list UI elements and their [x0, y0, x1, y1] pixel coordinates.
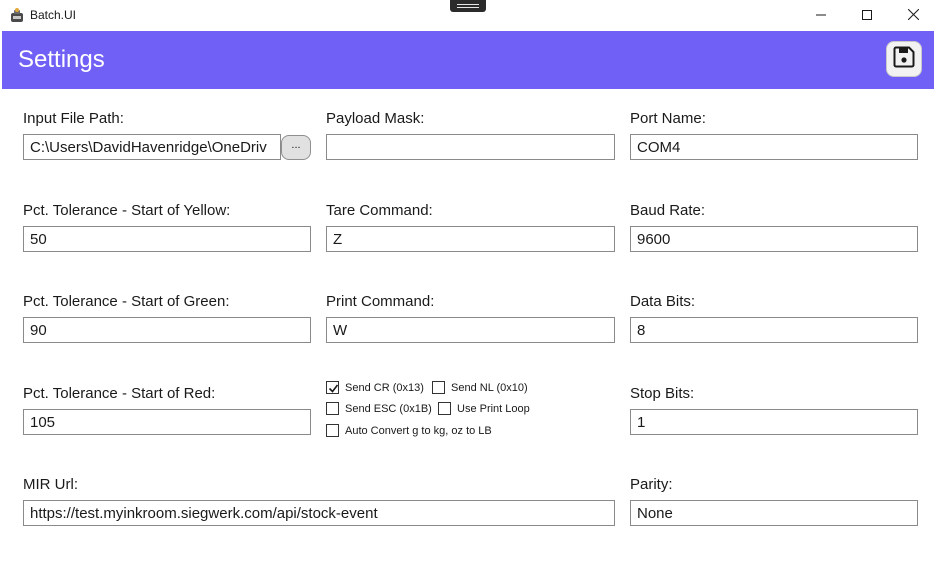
mir-url-label: MIR Url:	[23, 476, 78, 493]
parity-field[interactable]	[630, 500, 918, 526]
auto-convert-label: Auto Convert g to kg, oz to LB	[345, 424, 492, 437]
minimize-icon	[816, 7, 826, 25]
green-tolerance-label: Pct. Tolerance - Start of Green:	[23, 293, 230, 310]
close-icon	[907, 7, 919, 25]
page-title: Settings	[18, 46, 105, 73]
use-print-loop-checkbox[interactable]: Use Print Loop	[438, 402, 530, 415]
print-command-field[interactable]	[326, 317, 615, 343]
window-titlebar: Batch.UI	[0, 0, 936, 31]
payload-mask-label: Payload Mask:	[326, 110, 425, 127]
use-print-loop-label: Use Print Loop	[457, 402, 530, 415]
data-bits-label: Data Bits:	[630, 293, 696, 310]
send-nl-label: Send NL (0x10)	[451, 381, 528, 394]
app-title: Batch.UI	[30, 8, 77, 22]
send-esc-label: Send ESC (0x1B)	[345, 402, 432, 415]
yellow-tolerance-field[interactable]	[23, 226, 311, 252]
close-button[interactable]	[890, 0, 936, 31]
input-file-path-field[interactable]	[23, 134, 281, 160]
maximize-icon	[862, 7, 872, 25]
check-icon	[326, 381, 339, 394]
tare-command-label: Tare Command:	[326, 202, 433, 219]
red-tolerance-label: Pct. Tolerance - Start of Red:	[23, 385, 216, 402]
baud-rate-field[interactable]	[630, 226, 918, 252]
send-cr-label: Send CR (0x13)	[345, 381, 424, 394]
floppy-disk-icon	[893, 46, 915, 73]
baud-rate-label: Baud Rate:	[630, 202, 706, 219]
settings-header: Settings	[2, 31, 934, 89]
yellow-tolerance-label: Pct. Tolerance - Start of Yellow:	[23, 202, 231, 219]
browse-file-button[interactable]: ...	[281, 135, 311, 160]
input-file-path-label: Input File Path:	[23, 110, 124, 127]
minimize-button[interactable]	[798, 0, 844, 31]
app-icon	[9, 7, 25, 23]
auto-convert-checkbox[interactable]: Auto Convert g to kg, oz to LB	[326, 424, 492, 437]
payload-mask-field[interactable]	[326, 134, 615, 160]
stop-bits-field[interactable]	[630, 409, 918, 435]
mir-url-field[interactable]	[23, 500, 615, 526]
data-bits-field[interactable]	[630, 317, 918, 343]
port-name-label: Port Name:	[630, 110, 706, 127]
save-button[interactable]	[886, 41, 922, 77]
send-nl-checkbox[interactable]: Send NL (0x10)	[432, 381, 528, 394]
parity-label: Parity:	[630, 476, 673, 493]
snap-layout-handle[interactable]	[450, 0, 486, 12]
stop-bits-label: Stop Bits:	[630, 385, 695, 402]
maximize-button[interactable]	[844, 0, 890, 31]
print-command-label: Print Command:	[326, 293, 435, 310]
send-esc-checkbox[interactable]: Send ESC (0x1B)	[326, 402, 432, 415]
red-tolerance-field[interactable]	[23, 409, 311, 435]
send-cr-checkbox[interactable]: Send CR (0x13)	[326, 381, 424, 394]
port-name-field[interactable]	[630, 134, 918, 160]
green-tolerance-field[interactable]	[23, 317, 311, 343]
tare-command-field[interactable]	[326, 226, 615, 252]
